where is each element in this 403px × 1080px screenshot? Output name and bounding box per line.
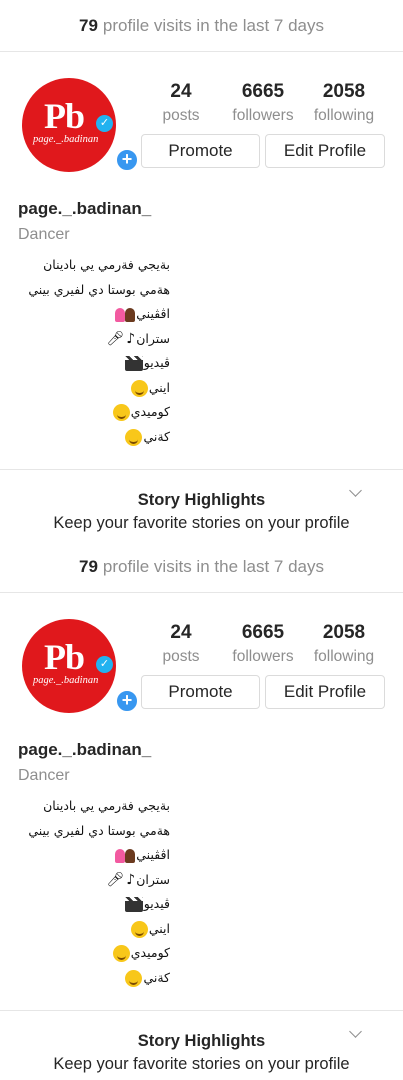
stat-following-label: following: [313, 648, 375, 665]
bio: بةيجي فةرمي يي بادينان هةمي بوستا دي لفي…: [0, 253, 170, 449]
visits-text: profile visits in the last 7 days: [102, 15, 325, 35]
stat-posts-value: 24: [170, 622, 192, 643]
bio-line: كوميدي: [0, 941, 170, 966]
story-highlights-subtitle: Keep your favorite stories on your profi…: [53, 1055, 350, 1073]
clapperboard-icon: [124, 356, 143, 371]
bio-line: ڤيديو: [0, 351, 170, 376]
laughing-icon: [112, 945, 130, 962]
clapperboard-icon: [124, 897, 143, 912]
bio-line: ايني: [0, 917, 170, 942]
stat-posts-label: posts: [162, 107, 200, 124]
bio-line: كةني: [0, 966, 170, 991]
verified-badge-icon: ✓: [96, 656, 113, 673]
bio-line: كوميدي: [0, 400, 170, 425]
story-highlights-title[interactable]: Story Highlights: [0, 1032, 403, 1051]
laughing-icon: [112, 404, 130, 421]
bio-line: ڤيديو: [0, 892, 170, 917]
divider: [0, 469, 403, 470]
visits-count: 79: [78, 15, 98, 35]
bio-line: بةيجي فةرمي يي بادينان: [43, 257, 170, 272]
profile-category: Dancer: [18, 226, 70, 243]
bio-line: ستران♪🎤︎: [0, 868, 170, 893]
promote-button[interactable]: Promote: [141, 134, 260, 168]
avatar-name-text: page._.badinan: [33, 134, 99, 145]
couple-icon: [115, 307, 136, 323]
bio-line: بةيجي فةرمي يي بادينان: [43, 798, 170, 813]
add-story-plus-icon[interactable]: +: [115, 689, 139, 713]
edit-profile-button[interactable]: Edit Profile: [265, 675, 385, 709]
bio-line: كةني: [0, 425, 170, 450]
stat-following[interactable]: 2058 following: [309, 623, 379, 665]
stat-followers-label: followers: [232, 648, 294, 665]
microphone-icon: 🎤︎: [106, 871, 125, 888]
couple-icon: [115, 848, 136, 864]
profile-visits-banner[interactable]: 79 profile visits in the last 7 days: [0, 541, 403, 593]
stat-followers-label: followers: [232, 107, 294, 124]
avatar-logo-text: Pb: [44, 96, 85, 136]
stat-followers-value: 6665: [241, 622, 285, 643]
smile-icon: [130, 920, 148, 938]
add-story-plus-icon[interactable]: +: [115, 148, 139, 172]
bio-line: ايني: [0, 376, 170, 401]
microphone-icon: 🎤︎: [106, 330, 125, 347]
username: page._.badinan_: [18, 199, 152, 218]
stat-followers[interactable]: 6665 followers: [228, 623, 298, 665]
stat-following-label: following: [313, 107, 375, 124]
story-highlights-subtitle: Keep your favorite stories on your profi…: [53, 514, 350, 532]
edit-profile-button[interactable]: Edit Profile: [265, 134, 385, 168]
avatar-name-text: page._.badinan: [33, 675, 99, 686]
stat-posts-label: posts: [162, 648, 200, 665]
bio-line: هةمي بوستا دي لفيري بيني: [28, 822, 170, 838]
promote-button[interactable]: Promote: [141, 675, 260, 709]
divider: [0, 1010, 403, 1011]
avatar[interactable]: Pb ✓ page._.badinan +: [22, 78, 139, 172]
bio-line: ستران♪🎤︎: [0, 327, 170, 352]
smile-icon: [130, 379, 148, 397]
stat-posts[interactable]: 24 posts: [160, 82, 202, 124]
stat-posts-value: 24: [170, 81, 192, 102]
profile-category: Dancer: [18, 767, 70, 784]
avatar[interactable]: Pb ✓ page._.badinan +: [22, 619, 139, 713]
stat-posts[interactable]: 24 posts: [160, 623, 202, 665]
music-note-icon: ♪: [126, 330, 136, 347]
visits-text: profile visits in the last 7 days: [102, 556, 325, 576]
avatar-logo-text: Pb: [44, 637, 85, 677]
profile-visits-banner[interactable]: 79 profile visits in the last 7 days: [0, 0, 403, 52]
stat-followers-value: 6665: [241, 81, 285, 102]
verified-badge-icon: ✓: [96, 115, 113, 132]
stat-following-value: 2058: [322, 622, 366, 643]
username: page._.badinan_: [18, 740, 152, 759]
grin-icon: [125, 969, 143, 987]
bio: بةيجي فةرمي يي بادينان هةمي بوستا دي لفي…: [0, 794, 170, 990]
stat-following-value: 2058: [322, 81, 366, 102]
visits-count: 79: [78, 556, 98, 576]
story-highlights-title[interactable]: Story Highlights: [0, 491, 403, 510]
stat-following[interactable]: 2058 following: [309, 82, 379, 124]
stat-followers[interactable]: 6665 followers: [228, 82, 298, 124]
bio-line: اڤڤيني: [0, 843, 170, 868]
profile-section: 79 profile visits in the last 7 days Pb …: [0, 541, 403, 1080]
bio-line: اڤڤيني: [0, 302, 170, 327]
bio-line: هةمي بوستا دي لفيري بيني: [28, 281, 170, 297]
grin-icon: [125, 428, 143, 446]
profile-section: 79 profile visits in the last 7 days Pb …: [0, 0, 403, 541]
music-note-icon: ♪: [126, 871, 136, 888]
